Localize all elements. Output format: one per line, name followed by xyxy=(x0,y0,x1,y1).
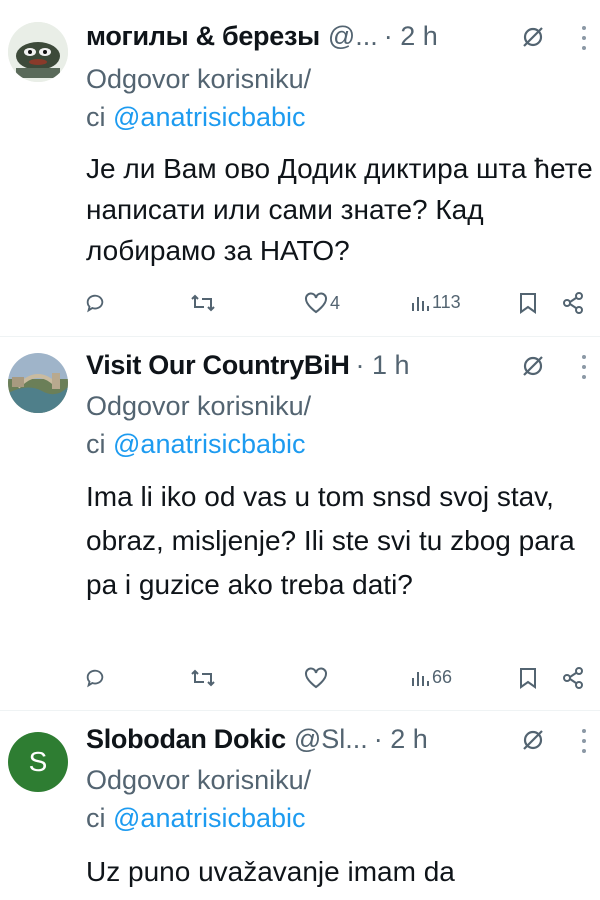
avatar-image xyxy=(8,22,68,82)
view-count: 66 xyxy=(432,667,453,687)
bookmark-button[interactable] xyxy=(518,667,538,689)
share-button[interactable] xyxy=(562,667,584,689)
retweet-icon xyxy=(191,294,215,312)
avatar-letter: S xyxy=(28,746,48,777)
grok-icon[interactable] xyxy=(520,353,546,379)
grok-icon[interactable] xyxy=(520,24,546,50)
mention-link[interactable]: @anatrisicbabic xyxy=(113,102,306,132)
retweet-button[interactable] xyxy=(190,667,216,689)
timestamp[interactable]: · 2 h xyxy=(384,21,438,52)
bookmark-icon xyxy=(520,293,536,314)
like-button[interactable]: 4 xyxy=(304,292,340,314)
mention-link[interactable]: @anatrisicbabic xyxy=(113,429,306,459)
share-button[interactable] xyxy=(562,292,584,314)
like-count: 4 xyxy=(330,292,341,313)
views-button[interactable]: 113 xyxy=(410,292,461,313)
reply-button[interactable] xyxy=(84,292,106,314)
bookmark-button[interactable] xyxy=(518,292,538,314)
action-bar: 66 xyxy=(0,667,600,699)
avatar[interactable] xyxy=(8,353,68,413)
timestamp[interactable]: · 1 h xyxy=(356,350,410,381)
reply-prefix-suffix: ci xyxy=(86,102,106,132)
reply-prefix-suffix: ci xyxy=(86,429,106,459)
avatar-image xyxy=(8,353,68,413)
like-button[interactable] xyxy=(304,667,328,689)
tweet[interactable]: Visit Our CountryBiH · 1 h Odgovor koris… xyxy=(0,337,600,710)
tweet-text: Ima li iko od vas u tom snsd svoj stav, … xyxy=(86,481,575,600)
share-icon xyxy=(563,292,583,314)
avatar[interactable]: S xyxy=(8,732,68,792)
reply-icon xyxy=(86,294,104,313)
timestamp[interactable]: · 2 h xyxy=(374,724,428,755)
reply-prefix: Odgovor korisniku/ xyxy=(86,391,312,421)
retweet-icon xyxy=(191,669,215,687)
handle[interactable]: @... xyxy=(328,21,378,52)
share-icon xyxy=(563,667,583,689)
reply-prefix-suffix: ci xyxy=(86,803,106,833)
action-bar: 4 113 xyxy=(0,292,600,324)
retweet-button[interactable] xyxy=(190,292,216,314)
handle[interactable]: @Sl... xyxy=(294,724,368,755)
display-name[interactable]: Visit Our CountryBiH xyxy=(86,350,350,381)
view-count: 113 xyxy=(432,292,461,312)
tweet-text: Је ли Вам ово Додик диктира шта ћете нап… xyxy=(86,153,593,266)
reply-context: Odgovor korisniku/ ci @anatrisicbabic xyxy=(86,60,311,136)
more-icon[interactable] xyxy=(580,727,588,755)
display-name[interactable]: могилы & березы xyxy=(86,21,320,52)
views-icon xyxy=(412,671,429,686)
reply-context: Odgovor korisniku/ ci @anatrisicbabic xyxy=(86,761,311,837)
more-icon[interactable] xyxy=(580,24,588,52)
mention-link[interactable]: @anatrisicbabic xyxy=(113,803,306,833)
reply-prefix: Odgovor korisniku/ xyxy=(86,765,312,795)
tweet-text: Uz puno uvažavanje imam da xyxy=(86,856,455,887)
tweet[interactable]: S Slobodan Dokic @Sl... · 2 h Odgovor ko… xyxy=(0,711,600,900)
display-name[interactable]: Slobodan Dokic xyxy=(86,724,286,755)
avatar[interactable] xyxy=(8,22,68,82)
views-button[interactable]: 66 xyxy=(410,667,452,688)
reply-icon xyxy=(86,669,104,688)
like-icon xyxy=(305,292,327,314)
reply-button[interactable] xyxy=(84,667,106,689)
tweet[interactable]: могилы & березы @... · 2 h Odgovor koris… xyxy=(0,0,600,336)
views-icon xyxy=(412,296,429,311)
bookmark-icon xyxy=(520,668,536,689)
grok-icon[interactable] xyxy=(520,727,546,753)
reply-context: Odgovor korisniku/ ci @anatrisicbabic xyxy=(86,387,311,463)
reply-prefix: Odgovor korisniku/ xyxy=(86,64,312,94)
more-icon[interactable] xyxy=(580,353,588,381)
like-icon xyxy=(305,667,327,689)
